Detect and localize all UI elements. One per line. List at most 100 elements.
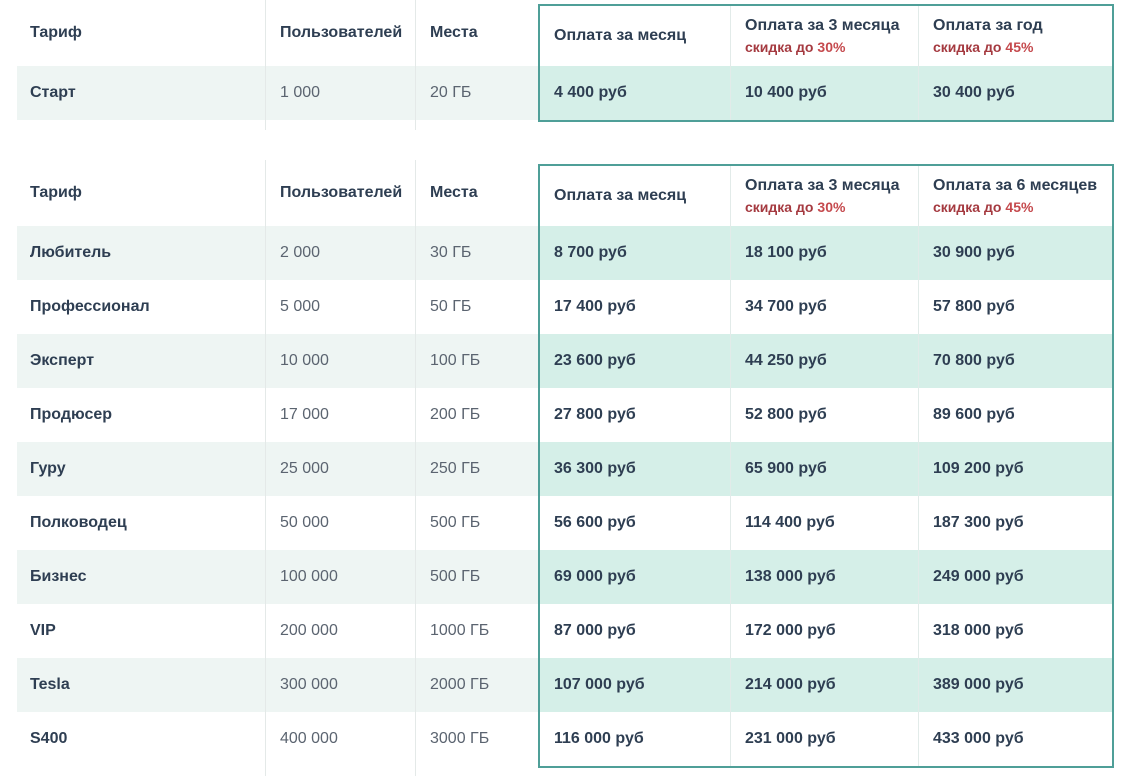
column-header-storage: Места	[416, 160, 538, 226]
header-title: Оплата за год	[933, 16, 1043, 36]
plan-name-cell: Продюсер	[17, 388, 266, 442]
plan-info-section: Тариф Пользователей Места Любитель2 0003…	[17, 160, 538, 776]
storage-cell: 2000 ГБ	[416, 658, 538, 712]
table-row: 27 800 руб52 800 руб89 600 руб	[540, 388, 1112, 442]
left-header-row: Тариф Пользователей Места	[17, 0, 538, 66]
discount-percent: 30%	[817, 199, 845, 215]
pricing-table-start: Тариф Пользователей Места Старт1 00020 Г…	[17, 0, 1121, 130]
column-header-pay-3months: Оплата за 3 месяца скидка до30%	[731, 166, 919, 226]
discount-label: скидка до	[745, 199, 813, 215]
discount-percent: 45%	[1005, 39, 1033, 55]
price-long-cell: 30 900 руб	[919, 226, 1112, 280]
price-month-cell: 107 000 руб	[540, 658, 731, 712]
column-header-pay-month: Оплата за месяц	[540, 166, 731, 226]
price-long-cell: 389 000 руб	[919, 658, 1112, 712]
price-long-cell: 249 000 руб	[919, 550, 1112, 604]
users-count-cell: 5 000	[266, 280, 416, 334]
price-month-cell: 17 400 руб	[540, 280, 731, 334]
payment-header-row: Оплата за месяц Оплата за 3 месяца скидк…	[540, 6, 1112, 66]
storage-cell: 250 ГБ	[416, 442, 538, 496]
separator-cell	[17, 120, 266, 130]
left-header-row: Тариф Пользователей Места	[17, 160, 538, 226]
users-count-cell: 2 000	[266, 226, 416, 280]
table-row: Бизнес100 000500 ГБ	[17, 550, 538, 604]
price-3months-cell: 231 000 руб	[731, 712, 919, 766]
payment-table-body: 4 400 руб10 400 руб30 400 руб	[540, 66, 1112, 120]
payment-header-row: Оплата за месяц Оплата за 3 месяца скидк…	[540, 166, 1112, 226]
column-header-pay-6months: Оплата за 6 месяцев скидка до45%	[919, 166, 1112, 226]
users-count-cell: 50 000	[266, 496, 416, 550]
separator-cell	[416, 766, 538, 776]
column-header-users: Пользователей	[266, 160, 416, 226]
column-header-users: Пользователей	[266, 0, 416, 66]
storage-cell: 20 ГБ	[416, 66, 538, 120]
table-row: Профессионал5 00050 ГБ	[17, 280, 538, 334]
discount-note: скидка до45%	[933, 38, 1033, 56]
price-3months-cell: 214 000 руб	[731, 658, 919, 712]
storage-cell: 1000 ГБ	[416, 604, 538, 658]
table-row: Продюсер17 000200 ГБ	[17, 388, 538, 442]
payment-options-box: Оплата за месяц Оплата за 3 месяца скидк…	[538, 4, 1114, 122]
price-month-cell: 8 700 руб	[540, 226, 731, 280]
discount-label: скидка до	[745, 39, 813, 55]
header-title: Оплата за 6 месяцев	[933, 176, 1097, 196]
column-header-pay-year: Оплата за год скидка до45%	[919, 6, 1112, 66]
price-3months-cell: 172 000 руб	[731, 604, 919, 658]
table-row: Полководец50 000500 ГБ	[17, 496, 538, 550]
table-row: 36 300 руб65 900 руб109 200 руб	[540, 442, 1112, 496]
plan-name-cell: Эксперт	[17, 334, 266, 388]
price-long-cell: 109 200 руб	[919, 442, 1112, 496]
users-count-cell: 17 000	[266, 388, 416, 442]
storage-cell: 3000 ГБ	[416, 712, 538, 766]
table-row: VIP200 0001000 ГБ	[17, 604, 538, 658]
table-row: Любитель2 00030 ГБ	[17, 226, 538, 280]
column-header-plan: Тариф	[17, 0, 266, 66]
discount-note: скидка до45%	[933, 198, 1033, 216]
plan-name-cell: Бизнес	[17, 550, 266, 604]
column-separator-extension	[17, 766, 538, 776]
pricing-table-main: Тариф Пользователей Места Любитель2 0003…	[17, 160, 1121, 776]
column-header-storage: Места	[416, 0, 538, 66]
discount-percent: 30%	[817, 39, 845, 55]
table-row: 69 000 руб138 000 руб249 000 руб	[540, 550, 1112, 604]
price-month-cell: 27 800 руб	[540, 388, 731, 442]
users-count-cell: 200 000	[266, 604, 416, 658]
header-title: Оплата за месяц	[554, 26, 686, 46]
price-long-cell: 318 000 руб	[919, 604, 1112, 658]
separator-cell	[266, 766, 416, 776]
table-row: 87 000 руб172 000 руб318 000 руб	[540, 604, 1112, 658]
payment-options-box: Оплата за месяц Оплата за 3 месяца скидк…	[538, 164, 1114, 768]
table-row: Гуру25 000250 ГБ	[17, 442, 538, 496]
price-3months-cell: 44 250 руб	[731, 334, 919, 388]
price-3months-cell: 138 000 руб	[731, 550, 919, 604]
plan-name-cell: S400	[17, 712, 266, 766]
price-3months-cell: 34 700 руб	[731, 280, 919, 334]
price-month-cell: 69 000 руб	[540, 550, 731, 604]
price-long-cell: 433 000 руб	[919, 712, 1112, 766]
price-long-cell: 187 300 руб	[919, 496, 1112, 550]
separator-cell	[17, 766, 266, 776]
plan-name-cell: Гуру	[17, 442, 266, 496]
header-title: Оплата за 3 месяца	[745, 16, 899, 36]
separator-cell	[266, 120, 416, 130]
price-3months-cell: 65 900 руб	[731, 442, 919, 496]
discount-label: скидка до	[933, 39, 1001, 55]
plan-name-cell: VIP	[17, 604, 266, 658]
plan-info-section: Тариф Пользователей Места Старт1 00020 Г…	[17, 0, 538, 130]
left-table-body: Старт1 00020 ГБ	[17, 66, 538, 120]
discount-note: скидка до30%	[745, 198, 845, 216]
price-month-cell: 87 000 руб	[540, 604, 731, 658]
plan-name-cell: Tesla	[17, 658, 266, 712]
table-row: Старт1 00020 ГБ	[17, 66, 538, 120]
storage-cell: 30 ГБ	[416, 226, 538, 280]
users-count-cell: 100 000	[266, 550, 416, 604]
plan-name-cell: Любитель	[17, 226, 266, 280]
table-row: S400400 0003000 ГБ	[17, 712, 538, 766]
storage-cell: 50 ГБ	[416, 280, 538, 334]
price-3months-cell: 114 400 руб	[731, 496, 919, 550]
table-row: 116 000 руб231 000 руб433 000 руб	[540, 712, 1112, 766]
table-row: Эксперт10 000100 ГБ	[17, 334, 538, 388]
price-long-cell: 30 400 руб	[919, 66, 1112, 120]
column-header-pay-3months: Оплата за 3 месяца скидка до30%	[731, 6, 919, 66]
price-long-cell: 57 800 руб	[919, 280, 1112, 334]
